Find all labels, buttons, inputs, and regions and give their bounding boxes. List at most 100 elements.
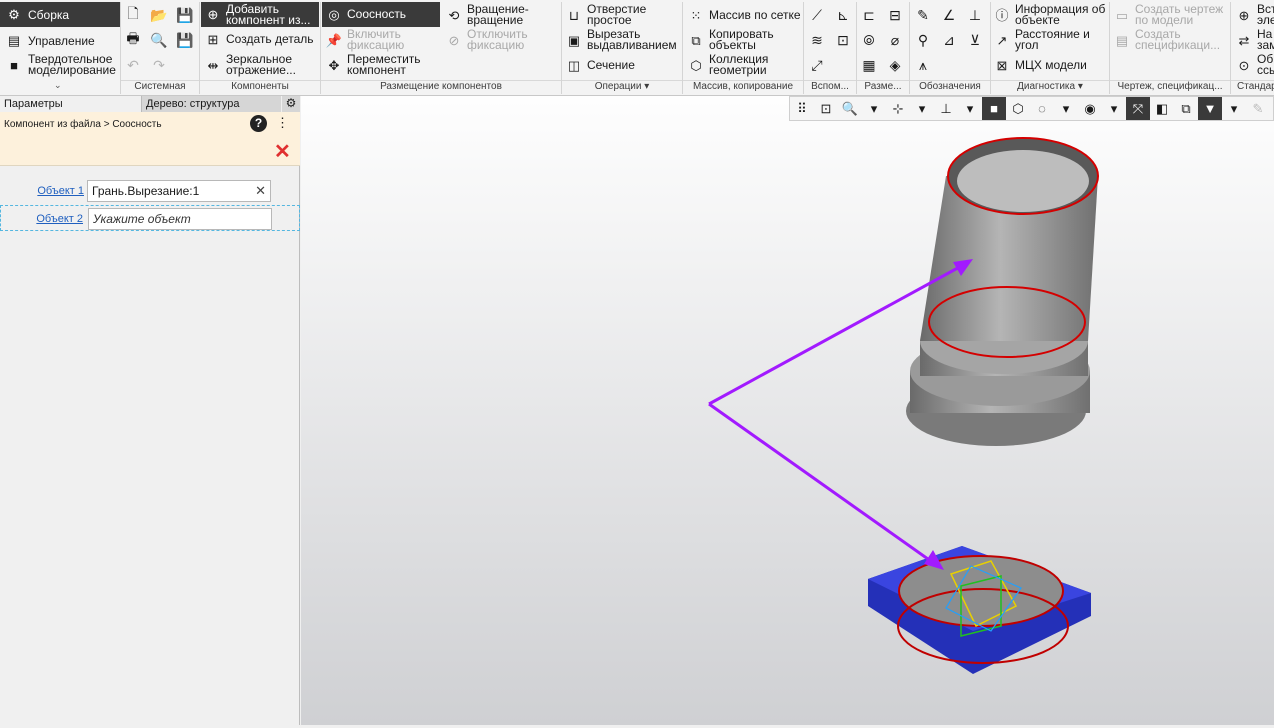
surface-icon[interactable]: ≋ [806,29,828,51]
3d-viewport[interactable] [301,96,1274,725]
axes-icon[interactable]: ⊥ [934,97,958,120]
management-icon: ▤ [7,32,21,48]
create-part-icon: ⊞ [207,31,219,47]
mass-props-button[interactable]: ⊠ МЦХ модели [994,57,1087,73]
create-drawing-button[interactable]: ▭ Создать чертеж по модели [1114,3,1223,26]
dropdown-arrow-icon[interactable]: ▾ [1078,81,1083,92]
new-file-icon[interactable]: 🗋 [122,4,144,26]
distance-angle-button[interactable]: ↗ Расстояние и угол [994,28,1090,51]
filter-icon[interactable]: ▼ [1198,97,1222,120]
plane-icon[interactable]: ⊾ [832,4,854,26]
expand-chevron-icon[interactable]: ⌄ [54,80,62,91]
simple-hole-button[interactable]: ⊔ Отверстие простое [566,3,646,26]
help-icon[interactable]: ? [250,115,267,132]
roughness-icon[interactable]: ∠ [938,4,960,26]
linear-dim-icon[interactable]: ⊏ [858,4,880,26]
base-icon[interactable]: ⊥ [964,4,986,26]
insert-element-button[interactable]: ⊕ Вст эле [1236,4,1274,26]
auto-dim-icon[interactable]: ◈ [884,54,906,76]
tab-tree-structure[interactable]: Дерево: структура [141,96,281,112]
object1-field[interactable]: Грань.Вырезание:1 ✕ [87,180,271,202]
open-folder-icon[interactable]: 📂 [148,4,170,26]
shaded-cube-icon[interactable]: ■ [982,97,1006,120]
copy-objects-button[interactable]: ⧉ Копировать объекты [688,28,773,51]
group-standard-label: Стандар [1231,80,1274,96]
mark-icon[interactable]: ⊻ [964,29,986,51]
layers-icon[interactable]: ⧉ [1174,97,1198,120]
section-button[interactable]: ◫ Сечение [566,57,635,73]
mode-assembly[interactable]: ⚙ Сборка [0,2,120,27]
save-all-icon[interactable]: 💾 [174,29,196,51]
axis-icon[interactable]: ⟋ [806,4,828,26]
grid-array-label: Массив по сетке [709,7,801,22]
fan-component[interactable] [868,546,1091,674]
wireframe-cube-icon[interactable]: ⬡ [1006,97,1030,120]
object-info-button[interactable]: ⓘ Информация об объекте [994,3,1105,26]
save-icon[interactable]: 💾 [174,4,196,26]
geometry-collection-label: Коллекция геометрии [709,52,769,77]
create-part-label: Создать деталь [226,31,314,46]
chevron-down-icon[interactable]: ▾ [910,97,934,120]
rotate-button[interactable]: ⟲ Вращение- вращение [446,3,529,26]
create-spec-button[interactable]: ▤ Создать спецификаци... [1114,27,1221,52]
tolerance-icon[interactable]: ⊿ [938,29,960,51]
camera-icon[interactable]: ⊡ [832,29,854,51]
disable-fix-button[interactable]: ⊘ Отключить фиксацию [446,28,528,51]
object2-field[interactable]: Укажите объект [88,208,272,230]
coaxial-button[interactable]: ◎ Соосность [322,2,440,27]
table-dim-icon[interactable]: ▦ [858,54,880,76]
orient-icon[interactable]: ⊹ [886,97,910,120]
chevron-down-icon[interactable]: ▾ [1102,97,1126,120]
extrude-cut-button[interactable]: ▣ Вырезать выдавливанием [566,28,677,51]
move-component-button[interactable]: ✥ Переместить компонент [326,53,421,76]
weld-icon[interactable]: ✎ [912,4,934,26]
mode-label: Управление [28,33,95,48]
add-component-button[interactable]: ⊕ Добавить компонент из... [201,2,319,27]
section-view-icon[interactable]: ◧ [1150,97,1174,120]
text-icon[interactable]: ⩚ [912,54,934,76]
visibility-eye-icon[interactable]: ◉ [1078,97,1102,120]
chevron-down-icon[interactable]: ▾ [1222,97,1246,120]
cancel-close-icon[interactable]: ✕ [274,139,291,164]
angle-dim-icon[interactable]: ⊟ [884,4,906,26]
print-icon[interactable]: 🖶 [122,29,144,51]
tree-toggle-icon[interactable]: ⋮ [276,115,289,131]
panel-settings-gear-icon[interactable]: ⚙ [282,96,300,112]
group-annotations-label: Обозначения [910,80,990,96]
diameter-dim-icon[interactable]: ⌀ [884,29,906,51]
eyedropper-icon[interactable]: ✎ [1246,97,1270,120]
preview-icon[interactable]: 🔍 [148,29,170,51]
mode-label: Твердотельное моделирование [28,52,116,77]
create-part-button[interactable]: ⊞ Создать деталь [205,31,314,47]
enable-fix-button[interactable]: 📌 Включить фиксацию [326,28,404,51]
mode-solid-modeling[interactable]: ■ Твердотельное моделирование [0,52,120,78]
snap-icon[interactable]: ⤧ [1126,97,1150,120]
object1-link[interactable]: Объект 1 [37,185,84,197]
drawing-icon: ▭ [1115,7,1129,23]
chevron-down-icon[interactable]: ▾ [958,97,982,120]
clear-x-icon[interactable]: ✕ [255,183,266,199]
replace-button[interactable]: ⇄ На зам [1236,29,1274,51]
view-toolbar: ⠿ ⊡ 🔍 ▾ ⊹ ▾ ⊥ ▾ ■ ⬡ ◌ ▾ ◉ ▾ ⤧ ◧ ⧉ ▼ ▾ ✎ [789,96,1274,121]
create-spec-label: Создать спецификаци... [1135,27,1221,52]
chevron-down-icon[interactable]: ▾ [862,97,886,120]
zoom-icon[interactable]: 🔍 [838,97,862,120]
hide-icon[interactable]: ◌ [1030,97,1054,120]
radius-dim-icon[interactable]: ⦾ [858,29,880,51]
line-icon[interactable]: ⤢ [806,54,828,76]
grid-array-button[interactable]: ⁙ Массив по сетке [688,7,801,23]
zoom-fit-icon[interactable]: ⊡ [814,97,838,120]
mirror-button[interactable]: ⇹ Зеркальное отражение... [205,53,296,76]
reference-button[interactable]: ⊙ Об ссы [1236,54,1274,76]
model-scene[interactable] [301,96,1274,725]
pipe-component[interactable] [906,137,1099,446]
object2-link[interactable]: Объект 2 [36,213,83,225]
mode-management[interactable]: ▤ Управление [0,28,120,53]
undo-icon[interactable]: ↶ [122,54,144,76]
chevron-down-icon[interactable]: ▾ [1054,97,1078,120]
dropdown-arrow-icon[interactable]: ▾ [644,81,649,92]
tab-parameters[interactable]: Параметры [0,96,140,112]
leader-icon[interactable]: ⚲ [912,29,934,51]
geometry-collection-button[interactable]: ⬡ Коллекция геометрии [688,52,769,77]
redo-icon[interactable]: ↷ [148,54,170,76]
